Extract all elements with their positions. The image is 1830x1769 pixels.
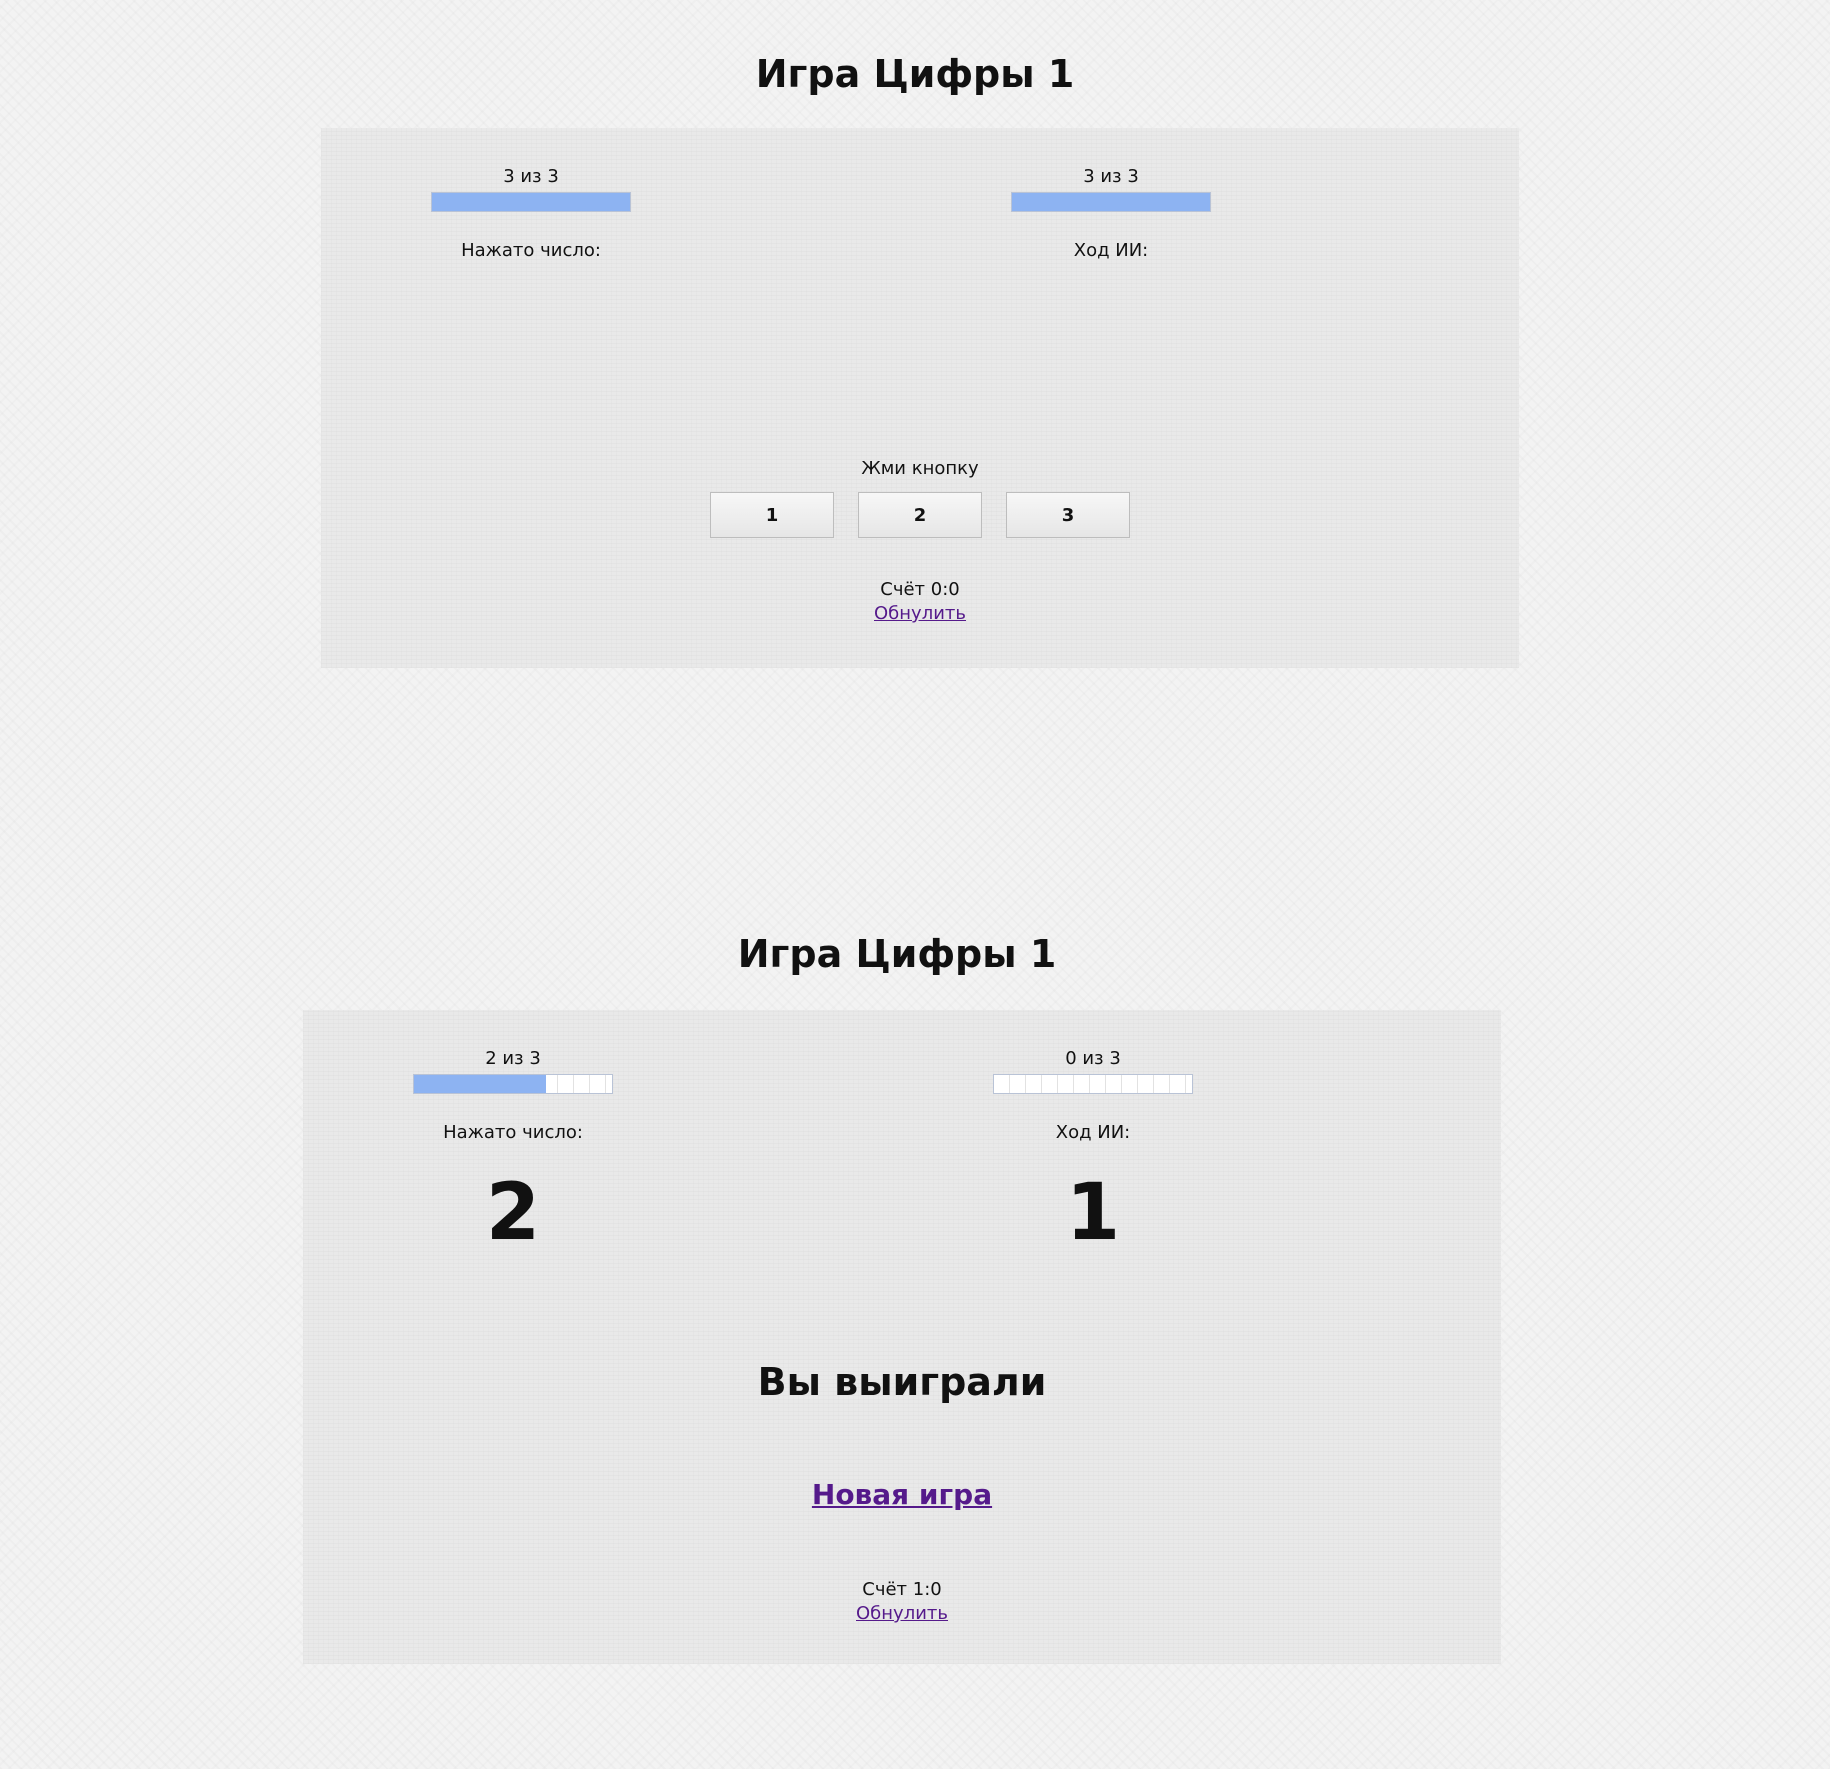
reset-link[interactable]: Обнулить	[874, 603, 966, 624]
game-screen-result: Игра Цифры 1 2 из 3 Нажато число: 2 0 из…	[0, 880, 1830, 1740]
new-game-container: Новая игра	[303, 1478, 1501, 1511]
ai-side: 0 из 3 Ход ИИ: 1	[983, 1048, 1203, 1253]
player-progress-bar	[431, 192, 631, 212]
player-progress-fill	[414, 1075, 546, 1093]
new-game-link[interactable]: Новая игра	[812, 1478, 992, 1511]
player-progress-fill	[432, 193, 630, 211]
ai-progress-fill	[1012, 193, 1210, 211]
ai-progress-bar	[993, 1074, 1193, 1094]
score-block: Счёт 0:0 Обнулить	[321, 578, 1519, 626]
ai-progress-bar	[1011, 192, 1211, 212]
number-button-2[interactable]: 2	[858, 492, 982, 538]
result-message: Вы выиграли	[757, 1360, 1047, 1404]
ai-side: 3 из 3 Ход ИИ:	[1001, 166, 1221, 291]
score-text: Счёт 0:0	[880, 579, 960, 600]
player-side: 3 из 3 Нажато число:	[421, 166, 641, 291]
number-button-1[interactable]: 1	[710, 492, 834, 538]
score-text: Счёт 1:0	[862, 1579, 942, 1600]
player-counter: 2 из 3	[485, 1048, 541, 1069]
page-title: Игра Цифры 1	[737, 932, 1057, 976]
game-screen-start: Игра Цифры 1 3 из 3 Нажато число: 3 из 3…	[0, 0, 1830, 700]
page-title: Игра Цифры 1	[755, 52, 1075, 96]
ai-number: 1	[1065, 1168, 1121, 1258]
player-pressed-label: Нажато число:	[443, 1122, 583, 1143]
ai-move-label: Ход ИИ:	[1055, 1122, 1131, 1143]
score-block: Счёт 1:0 Обнулить	[303, 1578, 1501, 1626]
player-counter: 3 из 3	[503, 166, 559, 187]
ai-counter: 3 из 3	[1083, 166, 1139, 187]
press-button-prompt: Жми кнопку	[861, 458, 979, 479]
ai-move-label: Ход ИИ:	[1073, 240, 1149, 261]
player-number: 2	[485, 1168, 541, 1258]
number-buttons: 1 2 3	[321, 492, 1519, 538]
reset-link[interactable]: Обнулить	[856, 1603, 948, 1624]
player-pressed-label: Нажато число:	[461, 240, 601, 261]
player-side: 2 из 3 Нажато число: 2	[403, 1048, 623, 1253]
number-button-3[interactable]: 3	[1006, 492, 1130, 538]
game-panel: 2 из 3 Нажато число: 2 0 из 3 Ход ИИ: 1 …	[303, 1010, 1501, 1664]
ai-counter: 0 из 3	[1065, 1048, 1121, 1069]
game-panel: 3 из 3 Нажато число: 3 из 3 Ход ИИ: Жми …	[321, 128, 1519, 668]
player-progress-bar	[413, 1074, 613, 1094]
